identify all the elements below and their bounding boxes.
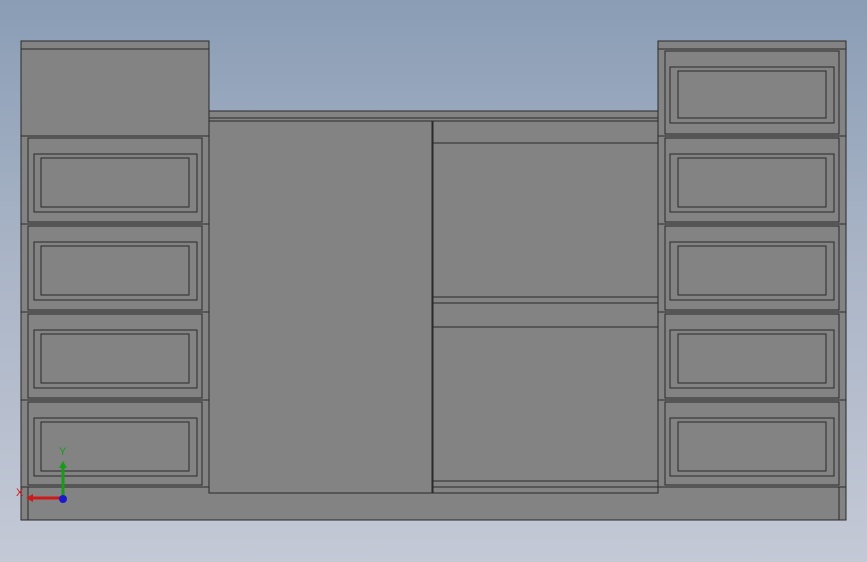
right-drawer-5[interactable] <box>657 399 847 488</box>
left-drawer-1[interactable] <box>20 135 210 225</box>
center-left-door[interactable] <box>208 120 433 494</box>
right-drawer-4[interactable] <box>657 311 847 401</box>
cabinet-model[interactable] <box>20 40 847 521</box>
center-top-rail <box>208 110 659 122</box>
right-column-cap <box>657 40 847 50</box>
x-axis-label: X <box>16 487 24 499</box>
right-drawer-2[interactable] <box>657 135 847 225</box>
right-drawer-1[interactable] <box>657 48 847 137</box>
left-drawer-3[interactable] <box>20 311 210 401</box>
z-axis-dot-icon <box>59 495 67 503</box>
left-column-cap <box>20 40 210 50</box>
center-right-door[interactable] <box>432 120 659 494</box>
left-drawer-2[interactable] <box>20 223 210 313</box>
cad-viewport[interactable]: X Y <box>0 0 867 562</box>
left-column-top-panel[interactable] <box>20 48 210 137</box>
left-drawer-4[interactable] <box>20 399 210 488</box>
y-axis-label: Y <box>59 446 67 458</box>
right-drawer-3[interactable] <box>657 223 847 313</box>
